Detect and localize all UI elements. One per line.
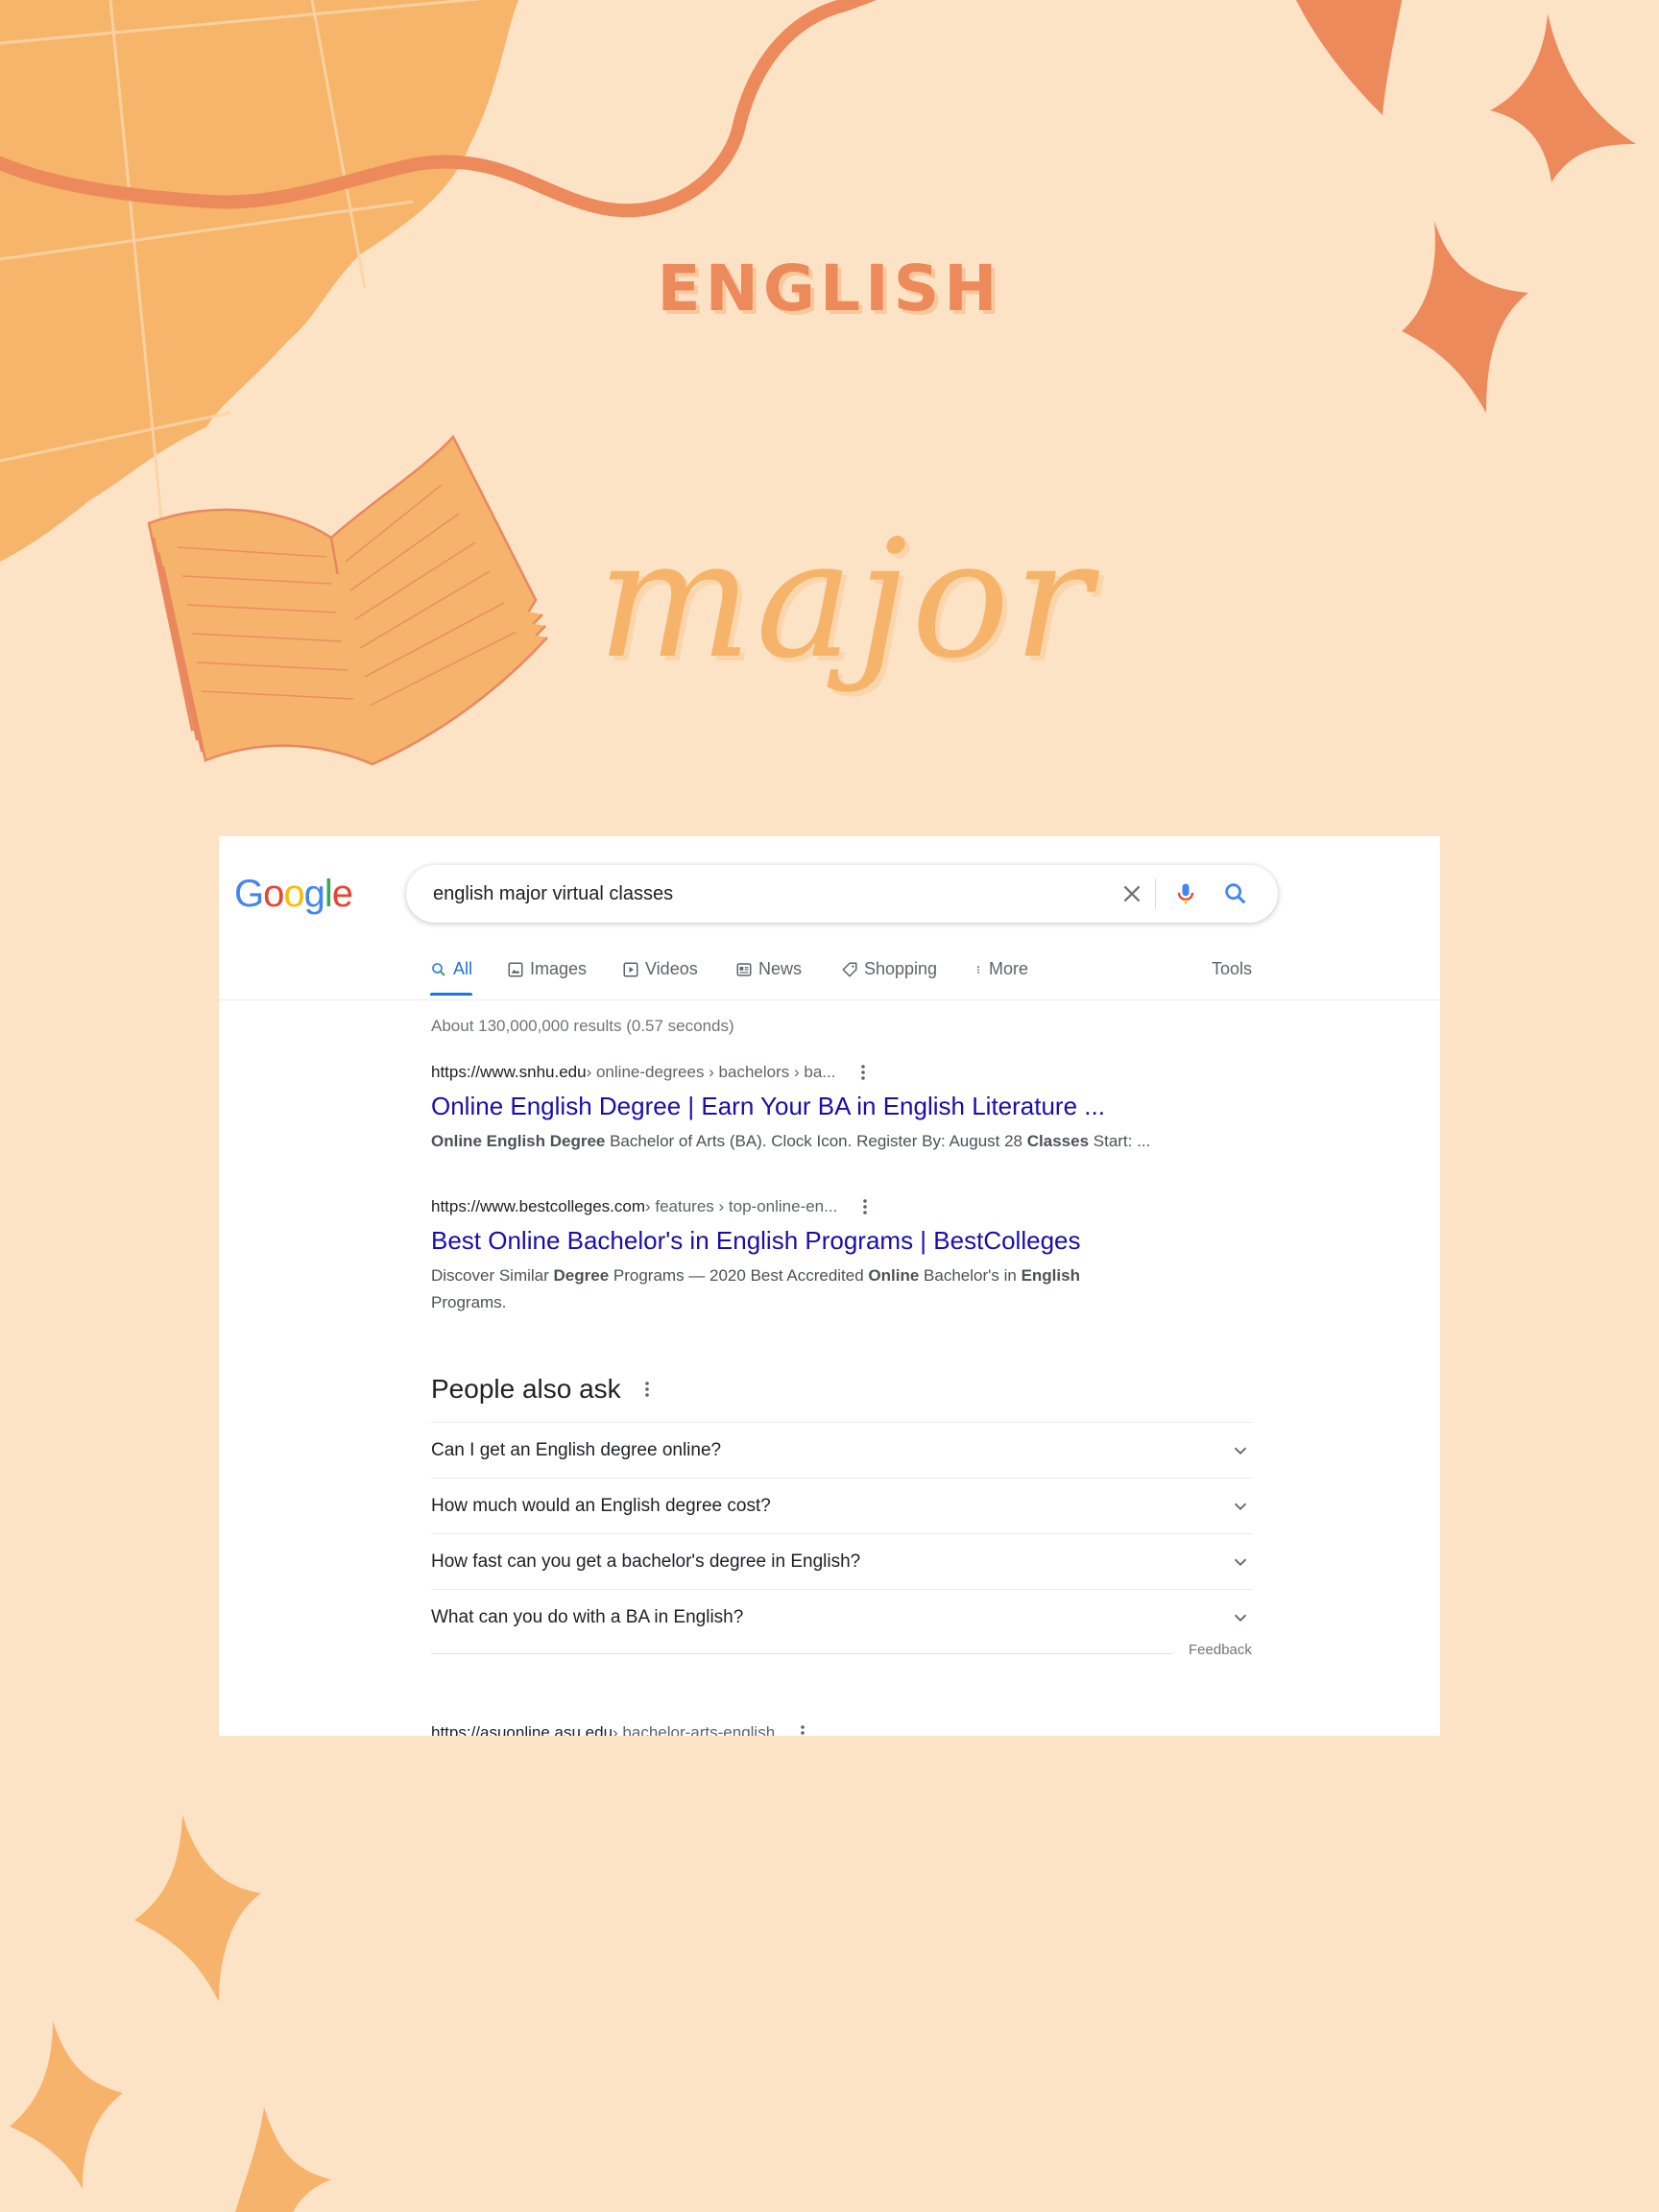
tab-news[interactable]: News	[735, 959, 802, 998]
tab-more[interactable]: More	[974, 959, 1028, 998]
snippet-text: Programs — 2020 Best Accredited	[609, 1266, 869, 1285]
paa-question-text: How fast can you get a bachelor's degree…	[431, 1551, 861, 1572]
search-bar[interactable]	[406, 865, 1278, 923]
news-icon	[736, 963, 752, 976]
paa-question[interactable]: Can I get an English degree online?	[431, 1423, 1253, 1479]
tab-label: Videos	[645, 959, 698, 978]
tab-videos[interactable]: Videos	[622, 959, 698, 998]
result-snippet: Discover Similar Degree Programs — 2020 …	[431, 1262, 1142, 1316]
sparkle-decoration	[1296, 0, 1402, 115]
snippet-text: Bachelor of Arts (BA). Clock Icon. Regis…	[605, 1132, 1027, 1150]
tools-button[interactable]: Tools	[1212, 959, 1252, 979]
paa-title: People also ask	[431, 1374, 621, 1404]
chevron-down-icon	[1234, 1503, 1247, 1510]
snippet-bold: English	[1021, 1266, 1080, 1285]
result-url-domain: https://asuonline.asu.edu	[431, 1723, 613, 1736]
paa-question[interactable]: How fast can you get a bachelor's degree…	[431, 1534, 1253, 1590]
poster-heading: ENGLISH	[657, 252, 1002, 325]
sparkle-decoration	[10, 2021, 123, 2189]
poster-script-word: major	[597, 505, 1095, 695]
people-also-ask-list: Can I get an English degree online? How …	[431, 1422, 1253, 1645]
result-url-domain: https://www.snhu.edu	[431, 1063, 587, 1081]
more-options-icon[interactable]	[860, 1064, 866, 1081]
snippet-bold: Classes	[1026, 1132, 1090, 1150]
logo-letter: g	[303, 873, 325, 915]
tab-all[interactable]: All	[430, 959, 473, 998]
tab-label: Shopping	[864, 959, 938, 978]
tag-icon	[842, 962, 857, 977]
sparkle-decoration	[235, 2107, 331, 2212]
play-icon	[623, 962, 638, 977]
chevron-down-icon	[1234, 1447, 1247, 1455]
paa-question-text: What can you do with a BA in English?	[431, 1606, 744, 1627]
paa-question-text: How much would an English degree cost?	[431, 1495, 771, 1516]
paa-question[interactable]: How much would an English degree cost?	[431, 1479, 1253, 1534]
logo-letter: o	[283, 873, 304, 915]
result-url-domain: https://www.bestcolleges.com	[431, 1197, 645, 1215]
people-also-ask-heading: People also ask	[431, 1374, 650, 1405]
result-url-path: › bachelor-arts-english	[613, 1723, 776, 1736]
snippet-bold: Online English Degree	[431, 1132, 606, 1150]
more-options-icon[interactable]	[644, 1381, 650, 1398]
tabs-divider	[219, 999, 1440, 1000]
search-icon	[432, 963, 445, 976]
image-icon	[508, 962, 523, 977]
snippet-text: Bachelor's in	[919, 1266, 1022, 1285]
sparkle-decoration	[1490, 13, 1636, 182]
tab-label: Images	[530, 959, 588, 978]
snippet-bold: Online	[868, 1266, 920, 1285]
chevron-down-icon	[1234, 1614, 1247, 1622]
result-url[interactable]: https://www.bestcolleges.com › features …	[431, 1197, 1142, 1216]
chevron-down-icon	[1234, 1558, 1247, 1566]
result-stats: About 130,000,000 results (0.57 seconds)	[431, 1017, 734, 1035]
search-result: https://www.bestcolleges.com › features …	[431, 1197, 1142, 1316]
logo-letter: o	[263, 873, 284, 915]
snippet-bold: Degree	[553, 1266, 610, 1285]
result-url[interactable]: https://asuonline.asu.edu › bachelor-art…	[431, 1723, 805, 1736]
result-url-path: › online-degrees › bachelors › ba...	[586, 1063, 836, 1081]
open-book-illustration	[147, 434, 548, 766]
more-options-icon[interactable]	[800, 1724, 805, 1736]
more-vertical-icon	[977, 966, 979, 974]
logo-letter: G	[234, 873, 264, 915]
snippet-text: Programs.	[431, 1293, 507, 1311]
tab-shopping[interactable]: Shopping	[841, 959, 937, 998]
result-url[interactable]: https://www.snhu.edu › online-degrees › …	[431, 1063, 1257, 1082]
feedback-divider	[431, 1653, 1172, 1654]
search-input[interactable]	[433, 881, 1086, 906]
tab-label: All	[453, 959, 473, 978]
snippet-text: Discover Similar	[431, 1266, 554, 1285]
tab-label: More	[989, 959, 1029, 978]
search-result: https://www.snhu.edu › online-degrees › …	[431, 1063, 1257, 1155]
tab-label: News	[758, 959, 803, 978]
microphone-icon[interactable]	[1172, 880, 1199, 907]
feedback-link[interactable]: Feedback	[1189, 1642, 1252, 1658]
result-title-link[interactable]: Best Online Bachelor's in English Progra…	[431, 1226, 1142, 1255]
paa-question[interactable]: What can you do with a BA in English?	[431, 1590, 1253, 1645]
more-options-icon[interactable]	[862, 1198, 868, 1215]
result-title-link[interactable]: Online English Degree | Earn Your BA in …	[431, 1092, 1257, 1120]
logo-letter: l	[324, 873, 333, 915]
search-screenshot: Google All Im	[219, 836, 1440, 1736]
search-bar-divider	[1155, 878, 1156, 909]
clear-search-icon[interactable]	[1118, 880, 1145, 907]
logo-letter: e	[331, 873, 353, 915]
result-url-path: › features › top-online-en...	[644, 1197, 838, 1215]
paa-question-text: Can I get an English degree online?	[431, 1439, 722, 1460]
snippet-text: Start: ...	[1089, 1132, 1151, 1150]
tab-images[interactable]: Images	[507, 959, 587, 998]
search-icon[interactable]	[1222, 880, 1249, 907]
google-logo[interactable]: Google	[234, 873, 353, 916]
sparkle-decoration	[134, 1815, 261, 2002]
result-snippet: Online English Degree Bachelor of Arts (…	[431, 1128, 1257, 1155]
